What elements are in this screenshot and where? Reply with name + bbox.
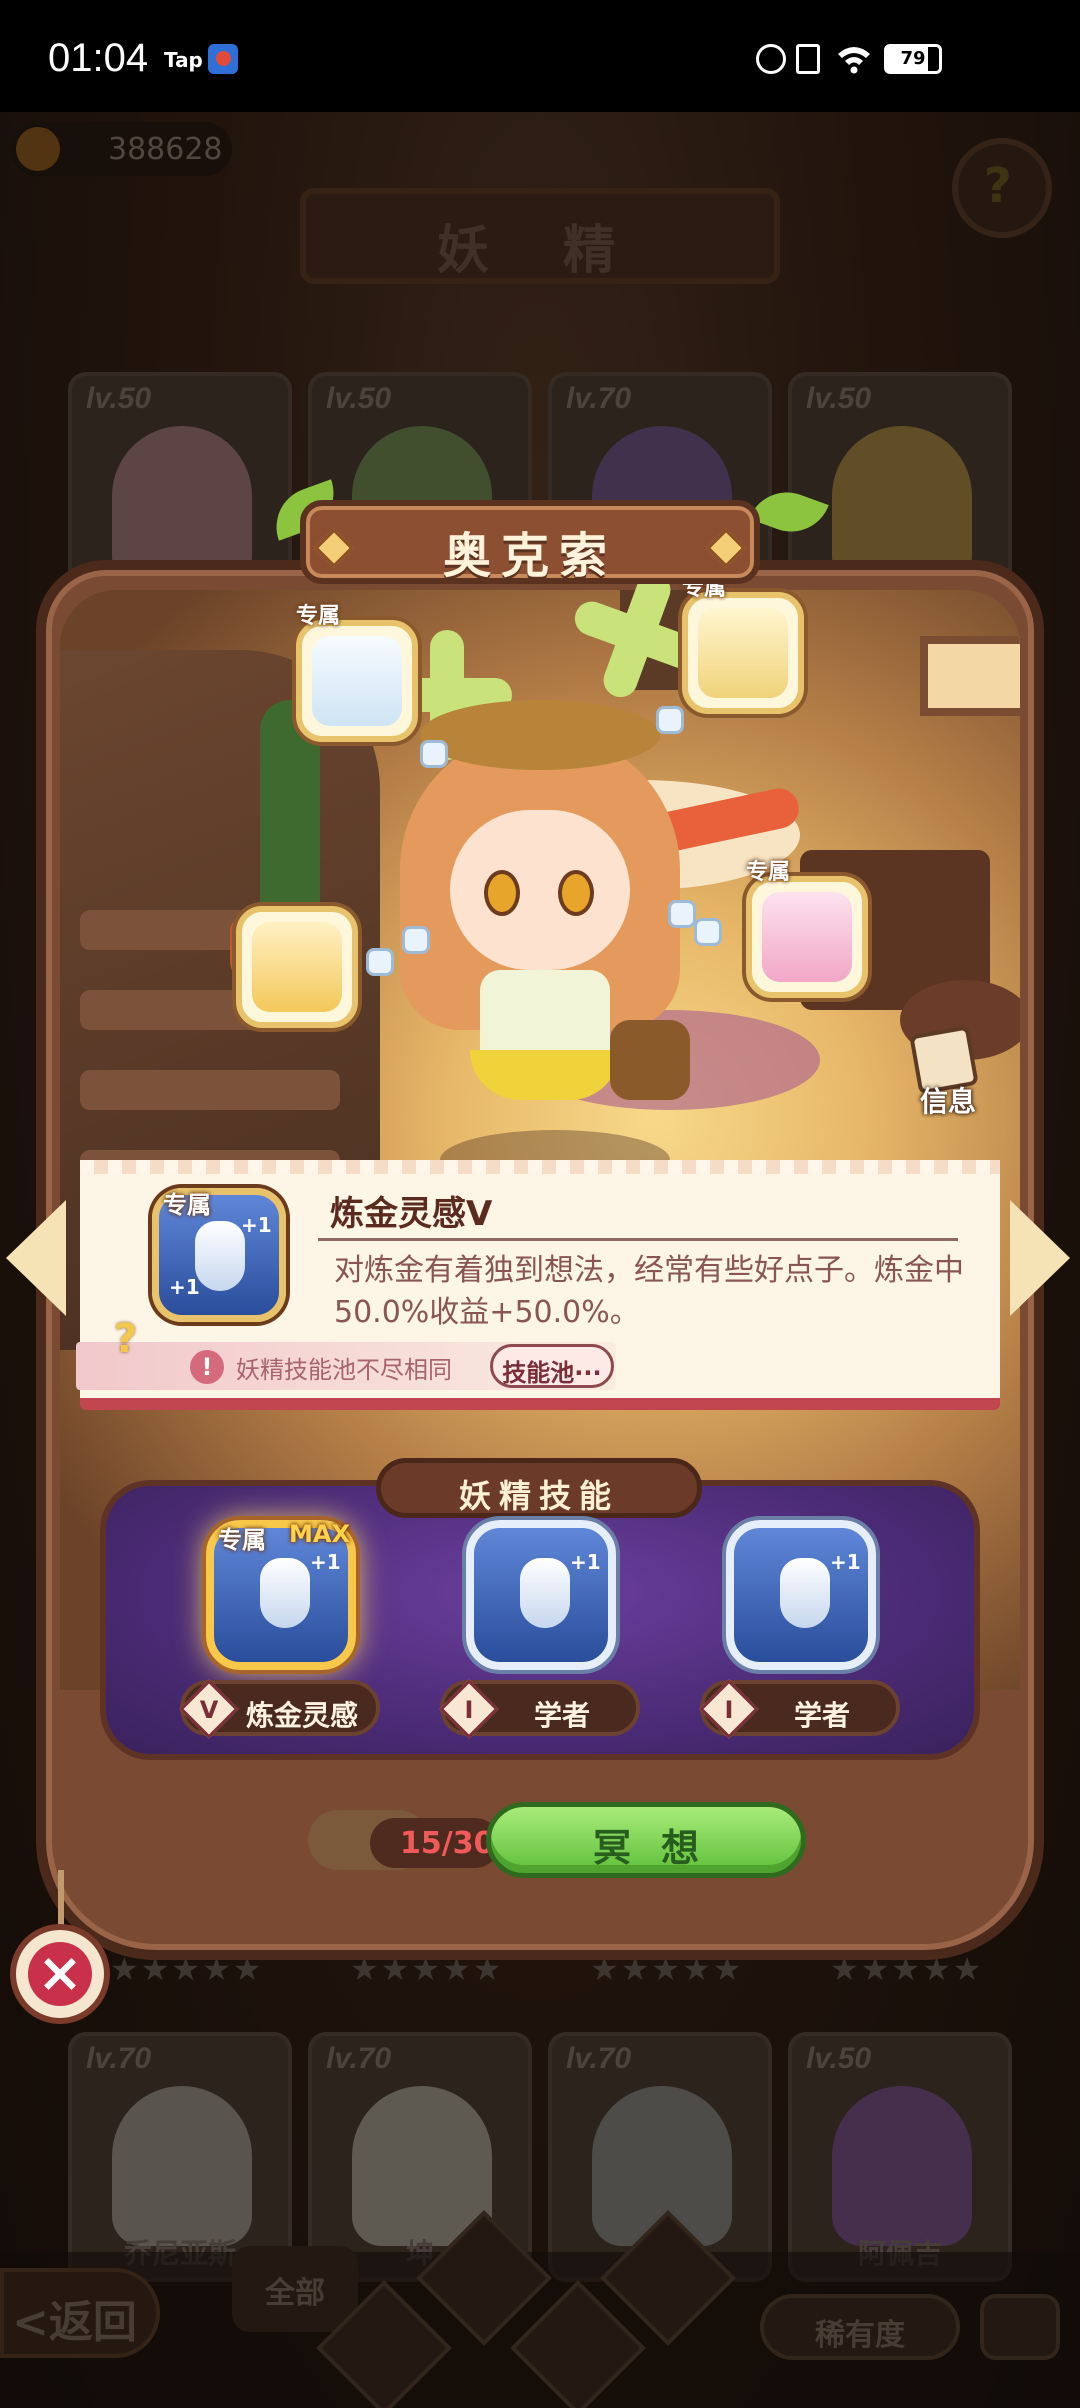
honey-pot-icon: [252, 922, 342, 1012]
exclusive-tag: 专属: [218, 1526, 266, 1554]
equipment-slot-bee[interactable]: 专属: [682, 576, 804, 714]
skill-name: 炼金灵感: [245, 1699, 358, 1732]
tomato-icon: [762, 892, 852, 982]
info-button[interactable]: 信息: [908, 1020, 988, 1120]
close-button[interactable]: ×: [10, 1924, 110, 2024]
skill-label-scholar: I 学者: [439, 1679, 640, 1739]
equipment-slot-tomato[interactable]: 专属: [746, 860, 868, 998]
plus-one: +1: [570, 1550, 601, 1574]
skill-name: 学者: [533, 1699, 590, 1732]
skill-icon-alchemy: +1 +1 专属: [152, 1188, 286, 1322]
skill-pool-note: 妖精技能池不尽相同: [236, 1356, 452, 1384]
skill-label-alchemy: V 炼金灵感: [179, 1679, 380, 1739]
divider: [318, 1238, 958, 1241]
status-app-tag: Tap: [164, 48, 203, 72]
skill-description: 对炼金有着独到想法，经常有些好点子。炼金中50.0%收益+50.0%。: [334, 1253, 964, 1330]
orbit-dot: [420, 740, 448, 768]
plus-one: +1: [169, 1275, 200, 1299]
info-label: 信息: [919, 1085, 976, 1118]
meditate-button[interactable]: 冥想: [486, 1802, 806, 1878]
notification-app-icon: [208, 44, 238, 74]
close-icon: ×: [28, 1942, 92, 2006]
fairy-face: [450, 810, 630, 970]
shell-icon: [780, 1558, 830, 1628]
skill-card-alchemy[interactable]: +1 专属 MAX: [206, 1520, 356, 1670]
skill-title: 炼金灵感V: [330, 1194, 493, 1234]
status-bar: 01:04 Tap 79: [0, 0, 1080, 112]
plus-one: +1: [830, 1550, 861, 1574]
battery-icon: 79: [884, 44, 942, 74]
status-time: 01:04: [48, 36, 149, 80]
skill-label-scholar: I 学者: [699, 1679, 900, 1739]
exclusive-tag: 专属: [296, 604, 341, 629]
rope-decoration: [58, 1870, 64, 1930]
warning-icon: !: [190, 1350, 224, 1384]
orbit-dot: [694, 918, 722, 946]
shell-icon: [520, 1558, 570, 1628]
orbit-dot: [402, 926, 430, 954]
exclusive-tag: 专属: [746, 860, 791, 885]
bee-icon: [698, 608, 788, 698]
skills-header-label: 妖精技能: [458, 1477, 619, 1515]
card-edge-decoration: [80, 1160, 1000, 1174]
exclusive-tag: 专属: [163, 1191, 211, 1219]
skills-header: 妖精技能: [376, 1458, 702, 1518]
fairy-name-plank: 奥克索: [300, 500, 760, 584]
skill-card-scholar[interactable]: +1: [726, 1520, 876, 1670]
previous-fairy-arrow[interactable]: [6, 1200, 66, 1316]
plus-one: +1: [310, 1550, 341, 1574]
window: [920, 636, 1020, 716]
skill-name: 学者: [793, 1699, 850, 1732]
sprout-help-icon: ?: [114, 1316, 138, 1362]
skill-pool-label: 技能池···: [502, 1359, 602, 1387]
fairy-skirt: [470, 1050, 620, 1100]
energy-value: 15/30: [400, 1826, 495, 1861]
fairy-hat: [420, 700, 660, 770]
meditate-label: 冥想: [592, 1826, 729, 1870]
clover-icon: [312, 636, 402, 726]
plus-one: +1: [241, 1213, 272, 1237]
orbit-dot: [668, 900, 696, 928]
next-fairy-arrow[interactable]: [1010, 1200, 1070, 1316]
pinwheel-icon: [570, 568, 704, 702]
alarm-icon: [756, 44, 786, 74]
orbit-dot: [656, 706, 684, 734]
skill-pool-button[interactable]: 技能池···: [490, 1344, 614, 1388]
no-sim-icon: [796, 44, 820, 74]
shell-icon: [195, 1221, 245, 1291]
skill-card-scholar[interactable]: +1: [466, 1520, 616, 1670]
wifi-icon: [838, 47, 870, 74]
fairy-bag: [610, 1020, 690, 1100]
max-badge: MAX: [289, 1520, 350, 1548]
equipment-slot-clover[interactable]: 专属: [296, 604, 418, 742]
orbit-dot: [366, 948, 394, 976]
shell-icon: [260, 1558, 310, 1628]
equipment-slot-pot[interactable]: [236, 906, 358, 1028]
fairy-name: 奥克索: [442, 528, 617, 584]
